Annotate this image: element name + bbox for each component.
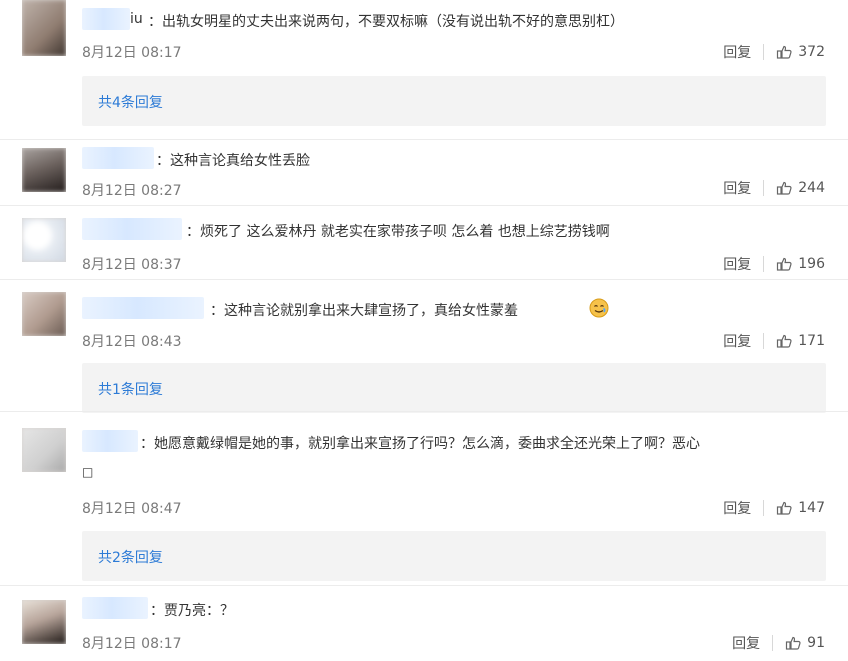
divider <box>763 333 765 349</box>
username[interactable] <box>82 430 138 452</box>
comment-item: ：这种言论真给女性丢脸 8月12日 08:27 回复 244 <box>0 140 848 206</box>
comment-actions: 回复 147 <box>723 498 825 518</box>
comment-item: ：她愿意戴绿帽是她的事，就别拿出来宣扬了行吗？怎么滴，委曲求全还光荣上了啊？恶心… <box>0 412 848 586</box>
comment-actions: 回复 196 <box>723 254 825 274</box>
username[interactable] <box>82 297 204 319</box>
username[interactable] <box>82 597 148 619</box>
divider <box>772 635 774 651</box>
username[interactable] <box>82 218 182 240</box>
thumbs-up-icon <box>777 181 792 195</box>
like-count: 196 <box>798 256 825 272</box>
divider <box>763 180 765 196</box>
comment-timestamp: 8月12日 08:43 <box>82 334 182 350</box>
reply-button[interactable]: 回复 <box>723 331 751 351</box>
comment-list: iu ：出轨女明星的丈夫出来说两句，不要双标嘛（没有说出轨不好的意思别杠） 8月… <box>0 0 848 661</box>
reply-button[interactable]: 回复 <box>723 178 751 198</box>
replies-box[interactable]: 共4条回复 <box>82 76 826 126</box>
view-replies-link[interactable]: 共4条回复 <box>98 92 163 112</box>
comment-text: ：这种言论就别拿出来大肆宣扬了，真给女性蒙羞 <box>210 303 518 319</box>
comment-actions: 回复 372 <box>723 42 825 62</box>
comment-timestamp: 8月12日 08:37 <box>82 257 182 273</box>
comment-text-line1: ：她愿意戴绿帽是她的事，就别拿出来宣扬了行吗？怎么滴，委曲求全还光荣上了啊？恶心 <box>140 436 700 452</box>
comment-actions: 回复 91 <box>732 633 825 653</box>
avatar[interactable] <box>22 148 66 192</box>
like-count: 91 <box>807 635 825 651</box>
comment-text-line2: □ <box>82 465 94 479</box>
replies-box[interactable]: 共1条回复 <box>82 363 826 413</box>
avatar[interactable] <box>22 600 66 644</box>
like-button[interactable]: 91 <box>785 635 825 651</box>
divider <box>763 256 765 272</box>
like-button[interactable]: 244 <box>776 180 825 196</box>
like-button[interactable]: 196 <box>776 256 825 272</box>
comment-timestamp: 8月12日 08:17 <box>82 636 182 652</box>
thumbs-up-icon <box>777 257 792 271</box>
reply-button[interactable]: 回复 <box>723 42 751 62</box>
like-button[interactable]: 372 <box>776 44 825 60</box>
comment-item: ：烦死了 这么爱林丹 就老实在家带孩子呗 怎么着 也想上综艺捞钱啊 8月12日 … <box>0 206 848 280</box>
comment-timestamp: 8月12日 08:47 <box>82 501 182 517</box>
thumbs-up-icon <box>786 636 801 650</box>
comment-timestamp: 8月12日 08:27 <box>82 183 182 199</box>
like-count: 244 <box>798 180 825 196</box>
avatar[interactable] <box>22 292 66 336</box>
like-button[interactable]: 147 <box>776 500 825 516</box>
thumbs-up-icon <box>777 45 792 59</box>
comment-text: ：出轨女明星的丈夫出来说两句，不要双标嘛（没有说出轨不好的意思别杠） <box>148 14 624 30</box>
divider <box>763 44 765 60</box>
view-replies-link[interactable]: 共2条回复 <box>98 547 163 567</box>
like-count: 147 <box>798 500 825 516</box>
thumbs-up-icon <box>777 501 792 515</box>
avatar[interactable] <box>22 0 66 56</box>
like-count: 171 <box>798 333 825 349</box>
emoji-icon <box>589 298 609 318</box>
avatar[interactable] <box>22 428 66 472</box>
username[interactable] <box>82 147 154 169</box>
comment-timestamp: 8月12日 08:17 <box>82 45 182 61</box>
reply-button[interactable]: 回复 <box>732 633 760 653</box>
comment-text: ：贾乃亮：？ <box>150 603 234 619</box>
view-replies-link[interactable]: 共1条回复 <box>98 379 163 399</box>
username-suffix: iu <box>130 11 143 27</box>
username[interactable] <box>82 8 130 30</box>
replies-box[interactable]: 共2条回复 <box>82 531 826 581</box>
divider <box>763 500 765 516</box>
comment-item: ：这种言论就别拿出来大肆宣扬了，真给女性蒙羞 8月12日 08:43 回复 17… <box>0 280 848 413</box>
reply-button[interactable]: 回复 <box>723 254 751 274</box>
comment-actions: 回复 244 <box>723 178 825 198</box>
reply-button[interactable]: 回复 <box>723 498 751 518</box>
comment-actions: 回复 171 <box>723 331 825 351</box>
comment-text: ：这种言论真给女性丢脸 <box>156 153 310 169</box>
like-button[interactable]: 171 <box>776 333 825 349</box>
like-count: 372 <box>798 44 825 60</box>
comment-text: ：烦死了 这么爱林丹 就老实在家带孩子呗 怎么着 也想上综艺捞钱啊 <box>186 224 610 240</box>
comment-item: ：贾乃亮：？ 8月12日 08:17 回复 91 <box>0 586 848 661</box>
avatar[interactable] <box>22 218 66 262</box>
comment-item: iu ：出轨女明星的丈夫出来说两句，不要双标嘛（没有说出轨不好的意思别杠） 8月… <box>0 0 848 140</box>
thumbs-up-icon <box>777 334 792 348</box>
